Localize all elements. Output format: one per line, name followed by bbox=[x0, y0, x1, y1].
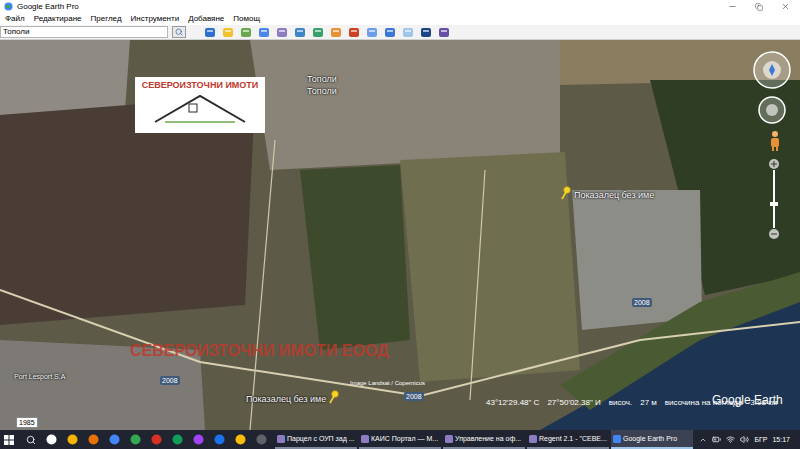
minimize-icon[interactable] bbox=[728, 2, 737, 11]
pinned-app-icon[interactable] bbox=[235, 434, 246, 445]
windows-start-icon[interactable] bbox=[4, 435, 14, 445]
taskbar-app[interactable]: Google Earth Pro bbox=[611, 430, 693, 449]
app-icon bbox=[361, 435, 369, 443]
app-icon bbox=[277, 435, 285, 443]
app-icon bbox=[529, 435, 537, 443]
pinned-app-icon[interactable] bbox=[256, 434, 267, 445]
pinned-app-icon[interactable] bbox=[67, 434, 78, 445]
taskbar-app[interactable]: КАИС Портал — M... bbox=[359, 430, 441, 449]
menu-item[interactable]: Преглед bbox=[91, 15, 122, 23]
taskbar-app[interactable]: Управление на оф... bbox=[443, 430, 525, 449]
tool-icon[interactable] bbox=[294, 27, 306, 38]
place-label: Тополи bbox=[307, 87, 337, 96]
taskbar: Парцел с ОУП зад ...КАИС Портал — M...Уп… bbox=[0, 430, 800, 449]
network-icon[interactable] bbox=[726, 435, 735, 444]
search-icon bbox=[175, 28, 183, 36]
tool-icon[interactable] bbox=[222, 27, 234, 38]
tool-icon[interactable] bbox=[348, 27, 360, 38]
pinned-app-icon[interactable] bbox=[88, 434, 99, 445]
tool-icon[interactable] bbox=[204, 27, 216, 38]
attribution: Image Landsat / Copernicus bbox=[350, 380, 425, 386]
tool-icon[interactable] bbox=[402, 27, 414, 38]
company-logo: СЕВЕРОИЗТОЧНИ ИМОТИ bbox=[135, 77, 265, 133]
taskbar-app[interactable]: Парцел с ОУП зад ... bbox=[275, 430, 357, 449]
house-icon bbox=[145, 90, 255, 124]
tray-expand-icon[interactable] bbox=[699, 436, 707, 444]
menu-item[interactable]: Редактиране bbox=[34, 15, 82, 23]
tool-icon[interactable] bbox=[312, 27, 324, 38]
historic-year[interactable]: 1985 bbox=[16, 417, 38, 428]
placemark[interactable]: Показалец без име bbox=[246, 390, 340, 404]
tool-icon[interactable] bbox=[258, 27, 270, 38]
menu-item[interactable]: Инструменти bbox=[131, 15, 180, 23]
screen: Google Earth Pro Файл Редактиране Преглед Ин… bbox=[0, 0, 800, 449]
app-icon bbox=[613, 435, 621, 443]
zoom-slider-icon[interactable] bbox=[767, 158, 781, 240]
poi-label: Port Lesport S.A bbox=[14, 373, 65, 380]
pushpin-icon[interactable] bbox=[328, 390, 340, 404]
placemark[interactable]: Показалец без име bbox=[560, 186, 654, 200]
window-title: Google Earth Pro bbox=[17, 3, 79, 11]
toolbar: Тополи bbox=[0, 25, 800, 40]
earth-icon bbox=[4, 2, 13, 11]
map-view[interactable]: СЕВЕРОИЗТОЧНИ ИМОТИ Тополи Тополи Показалец… bbox=[0, 40, 800, 430]
pushpin-icon[interactable] bbox=[560, 186, 572, 200]
close-icon[interactable] bbox=[781, 2, 790, 11]
tool-icon[interactable] bbox=[420, 27, 432, 38]
tool-icon[interactable] bbox=[330, 27, 342, 38]
menu-item[interactable]: Добавяне bbox=[188, 15, 224, 23]
place-label: Тополи bbox=[307, 75, 337, 84]
tool-icon[interactable] bbox=[438, 27, 450, 38]
tool-icon[interactable] bbox=[276, 27, 288, 38]
tool-icon[interactable] bbox=[366, 27, 378, 38]
app-icon bbox=[445, 435, 453, 443]
satellite-imagery bbox=[0, 40, 800, 430]
pinned-app-icon[interactable] bbox=[214, 434, 225, 445]
watermark: СЕВЕРОИЗТОЧНИ ИМОТИ ЕООД bbox=[130, 343, 389, 359]
menu-item[interactable]: Помощ bbox=[233, 15, 260, 23]
tool-icon[interactable] bbox=[384, 27, 396, 38]
taskbar-app[interactable]: Regent 2.1 - "СЕВЕ... bbox=[527, 430, 609, 449]
title-bar: Google Earth Pro bbox=[0, 0, 800, 13]
pinned-app-icon[interactable] bbox=[193, 434, 204, 445]
pinned-app-icon[interactable] bbox=[109, 434, 120, 445]
compass-icon[interactable] bbox=[752, 50, 792, 90]
pinned-app-icon[interactable] bbox=[130, 434, 141, 445]
pinned-app-icon[interactable] bbox=[46, 434, 57, 445]
restore-icon[interactable] bbox=[755, 3, 763, 11]
pegman-icon[interactable] bbox=[768, 130, 782, 152]
language-indicator[interactable]: БГР bbox=[754, 436, 767, 443]
search-field[interactable]: Тополи bbox=[0, 26, 168, 38]
battery-icon[interactable] bbox=[712, 435, 721, 444]
menu-item[interactable]: Файл bbox=[5, 15, 25, 23]
road-label: 2008 bbox=[160, 376, 180, 385]
volume-icon[interactable] bbox=[740, 435, 749, 444]
menu-bar: Файл Редактиране Преглед Инструменти Добавян… bbox=[0, 13, 800, 25]
pinned-app-icon[interactable] bbox=[151, 434, 162, 445]
clock[interactable]: 15:17 bbox=[772, 436, 796, 443]
road-label: 2008 bbox=[632, 298, 652, 307]
tool-icon[interactable] bbox=[240, 27, 252, 38]
road-label: 2008 bbox=[404, 392, 424, 401]
look-joystick-icon[interactable] bbox=[757, 95, 787, 125]
brand-logo: Google Earth bbox=[712, 394, 783, 406]
pinned-app-icon[interactable] bbox=[172, 434, 183, 445]
search-icon[interactable] bbox=[26, 435, 36, 445]
search-button[interactable] bbox=[172, 26, 186, 38]
